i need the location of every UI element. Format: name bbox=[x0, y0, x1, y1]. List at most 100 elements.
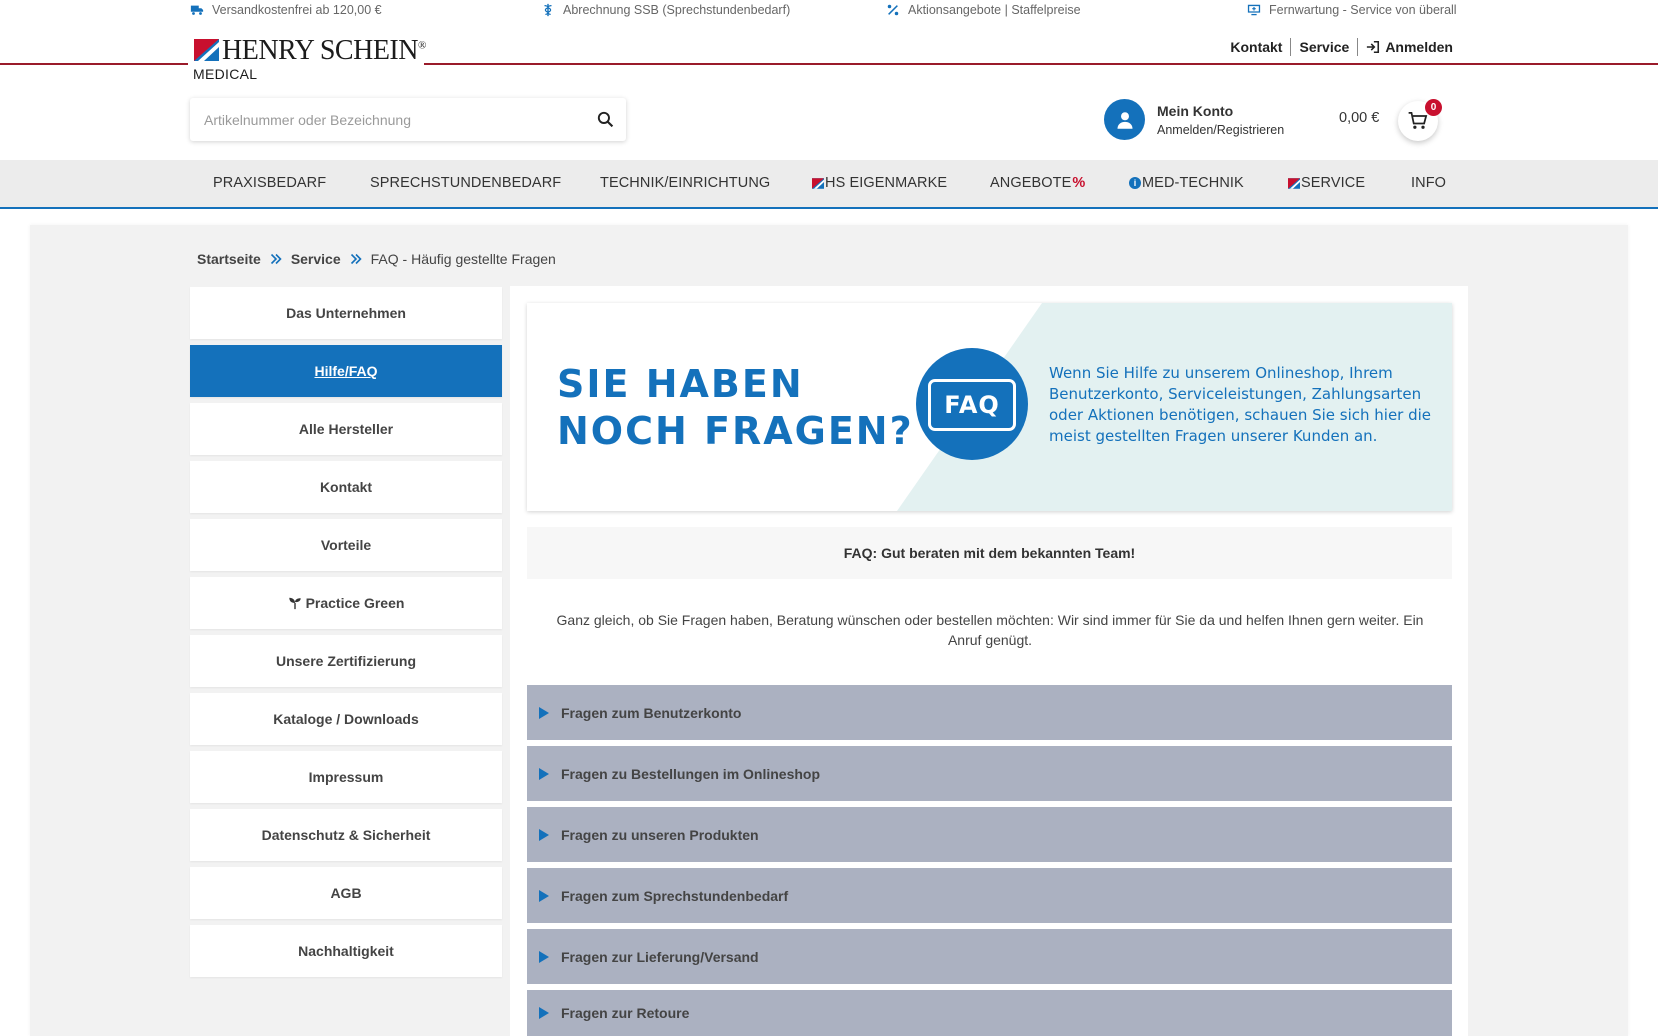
nav-label: MED-TECHNIK bbox=[1142, 175, 1244, 191]
remote-service-info[interactable]: Fernwartung - Service von überall bbox=[1247, 3, 1457, 17]
brand-flag-icon bbox=[194, 39, 219, 61]
header-links: Kontakt Service Anmelden bbox=[1222, 38, 1461, 56]
nav-label: PRAXISBEDARF bbox=[213, 175, 327, 191]
accordion-label: Fragen zum Sprechstundenbedarf bbox=[561, 887, 789, 904]
sidebar-item-label: Hilfe/FAQ bbox=[314, 363, 378, 379]
ssb-info[interactable]: Abrechnung SSB (Sprechstundenbedarf) bbox=[541, 3, 790, 17]
user-icon bbox=[1117, 111, 1132, 129]
faq-accordion-bestellungen[interactable]: Fragen zu Bestellungen im Onlineshop bbox=[527, 746, 1452, 801]
account-title: Mein Konto bbox=[1157, 102, 1234, 119]
sidebar-item-kataloge[interactable]: Kataloge / Downloads bbox=[190, 693, 502, 745]
faq-banner: SIE HABEN NOCH FRAGEN? FAQ Wenn Sie Hilf… bbox=[527, 303, 1452, 511]
avatar bbox=[1104, 99, 1145, 140]
sidebar-item-vorteile[interactable]: Vorteile bbox=[190, 519, 502, 571]
login-link[interactable]: Anmelden bbox=[1358, 39, 1461, 55]
main-navigation: PRAXISBEDARF SPRECHSTUNDENBEDARF TECHNIK… bbox=[0, 160, 1658, 209]
nav-label: INFO bbox=[1411, 175, 1447, 191]
nav-service[interactable]: SERVICE bbox=[1288, 175, 1365, 191]
caret-right-icon bbox=[539, 706, 549, 719]
accordion-label: Fragen zur Retoure bbox=[561, 1005, 690, 1021]
shipping-info-text: Versandkostenfrei ab 120,00 € bbox=[212, 3, 382, 17]
sidebar-item-impressum[interactable]: Impressum bbox=[190, 751, 502, 803]
truck-icon bbox=[190, 5, 204, 15]
search-icon[interactable] bbox=[597, 111, 614, 128]
sidebar-item-label: Alle Hersteller bbox=[298, 421, 394, 437]
sidebar-item-label: Nachhaltigkeit bbox=[298, 943, 394, 959]
brand-sub: MEDICAL bbox=[193, 66, 258, 82]
nav-info[interactable]: INFO bbox=[1411, 175, 1446, 191]
intro-text: Ganz gleich, ob Sie Fragen haben, Beratu… bbox=[556, 612, 1424, 648]
banner-headline: SIE HABEN NOCH FRAGEN? bbox=[557, 361, 914, 455]
sidebar-item-unternehmen[interactable]: Das Unternehmen bbox=[190, 287, 502, 339]
faq-accordion-produkte[interactable]: Fragen zu unseren Produkten bbox=[527, 807, 1452, 862]
offers-info[interactable]: Aktionsangebote | Staffelpreise bbox=[886, 3, 1081, 17]
brand-flag-icon bbox=[812, 177, 824, 189]
sidebar-item-label: Vorteile bbox=[320, 537, 372, 553]
sidebar-item-label: Datenschutz & Sicherheit bbox=[261, 827, 431, 843]
monitor-icon bbox=[1247, 4, 1261, 16]
nav-praxisbedarf[interactable]: PRAXISBEDARF bbox=[213, 175, 326, 191]
nav-technik-einrichtung[interactable]: TECHNIK/EINRICHTUNG bbox=[600, 175, 770, 191]
sidebar-item-zertifizierung[interactable]: Unsere Zertifizierung bbox=[190, 635, 502, 687]
breadcrumb-home[interactable]: Startseite bbox=[197, 251, 261, 267]
sidebar-item-practice-green[interactable]: Practice Green bbox=[190, 577, 502, 629]
banner-headline-line: NOCH FRAGEN? bbox=[557, 409, 914, 453]
cart-total: 0,00 € bbox=[1339, 110, 1380, 126]
nav-label: TECHNIK/EINRICHTUNG bbox=[600, 175, 771, 191]
sidebar-item-kontakt[interactable]: Kontakt bbox=[190, 461, 502, 513]
sidebar-item-agb[interactable]: AGB bbox=[190, 867, 502, 919]
account-subtitle: Anmelden/Registrieren bbox=[1157, 122, 1285, 137]
nav-hs-eigenmarke[interactable]: HS EIGENMARKE bbox=[812, 175, 947, 191]
info-icon: i bbox=[1129, 177, 1141, 189]
nav-label: ANGEBOTE bbox=[990, 175, 1072, 191]
service-link[interactable]: Service bbox=[1291, 39, 1357, 55]
search-box bbox=[190, 98, 626, 141]
caret-right-icon bbox=[539, 889, 549, 902]
sign-in-icon bbox=[1367, 40, 1380, 54]
caret-right-icon bbox=[539, 950, 549, 963]
shipping-info[interactable]: Versandkostenfrei ab 120,00 € bbox=[190, 3, 382, 17]
accordion-label: Fragen zum Benutzerkonto bbox=[561, 704, 742, 721]
team-heading: FAQ: Gut beraten mit dem bekannten Team! bbox=[527, 527, 1452, 579]
sidebar-item-hersteller[interactable]: Alle Hersteller bbox=[190, 403, 502, 455]
faq-accordion-benutzerkonto[interactable]: Fragen zum Benutzerkonto bbox=[527, 685, 1452, 740]
top-info-bar: Versandkostenfrei ab 120,00 € Abrechnung… bbox=[0, 0, 1658, 22]
double-chevron-right-icon bbox=[350, 253, 362, 265]
caduceus-icon bbox=[544, 3, 552, 17]
cart-button[interactable]: 0 bbox=[1398, 99, 1442, 141]
breadcrumb-current: FAQ - Häufig gestellte Fragen bbox=[370, 251, 556, 267]
brand-flag-icon bbox=[1288, 177, 1300, 189]
sidebar-item-label: Das Unternehmen bbox=[286, 305, 406, 321]
offers-info-text: Aktionsangebote | Staffelpreise bbox=[908, 3, 1081, 17]
sprout-icon bbox=[288, 597, 301, 610]
breadcrumb-service[interactable]: Service bbox=[291, 251, 341, 267]
accordion-label: Fragen zur Lieferung/Versand bbox=[561, 948, 759, 965]
breadcrumb: Startseite Service FAQ - Häufig gestellt… bbox=[197, 251, 556, 267]
nav-angebote[interactable]: ANGEBOTE% bbox=[990, 175, 1085, 191]
percent-icon bbox=[887, 4, 899, 16]
double-chevron-right-icon bbox=[270, 253, 282, 265]
kontakt-link[interactable]: Kontakt bbox=[1222, 39, 1290, 55]
sidebar-item-label: Unsere Zertifizierung bbox=[275, 653, 417, 669]
accordion-label: Fragen zu Bestellungen im Onlineshop bbox=[561, 765, 821, 782]
sidebar-item-datenschutz[interactable]: Datenschutz & Sicherheit bbox=[190, 809, 502, 861]
sidebar-item-label: Kontakt bbox=[319, 479, 373, 495]
henry-schein-logo[interactable]: HENRY SCHEIN® MEDICAL bbox=[188, 33, 426, 83]
sidebar-item-nachhaltigkeit[interactable]: Nachhaltigkeit bbox=[190, 925, 502, 977]
percent-badge: % bbox=[1072, 175, 1086, 191]
faq-accordion-retoure[interactable]: Fragen zur Retoure bbox=[527, 990, 1452, 1036]
account-text: Mein Konto Anmelden/Registrieren bbox=[1157, 103, 1284, 137]
cart-icon bbox=[1408, 112, 1428, 129]
sidebar-item-label: Practice Green bbox=[305, 595, 405, 611]
account-menu[interactable]: Mein Konto Anmelden/Registrieren bbox=[1104, 99, 1284, 140]
cart-count-badge: 0 bbox=[1425, 99, 1442, 116]
banner-headline-line: SIE HABEN bbox=[557, 362, 804, 406]
login-link-label: Anmelden bbox=[1385, 39, 1453, 55]
sidebar-item-hilfe-faq[interactable]: Hilfe/FAQ bbox=[190, 345, 502, 397]
faq-accordion-sprechstundenbedarf[interactable]: Fragen zum Sprechstundenbedarf bbox=[527, 868, 1452, 923]
faq-accordion-lieferung[interactable]: Fragen zur Lieferung/Versand bbox=[527, 929, 1452, 984]
nav-med-technik[interactable]: i MED-TECHNIK bbox=[1129, 175, 1244, 191]
nav-sprechstundenbedarf[interactable]: SPRECHSTUNDENBEDARF bbox=[370, 175, 561, 191]
caret-right-icon bbox=[539, 1007, 549, 1019]
search-input[interactable] bbox=[190, 98, 580, 141]
